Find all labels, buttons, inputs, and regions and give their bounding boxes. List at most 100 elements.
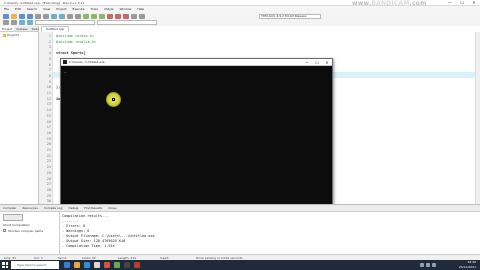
line-number: 9 xyxy=(48,79,51,84)
network-icon[interactable] xyxy=(420,263,424,267)
console-maximize-button[interactable]: ☐ xyxy=(312,59,322,66)
unindent-icon[interactable] xyxy=(11,20,17,25)
output-tab-debug[interactable]: Debug xyxy=(65,205,81,211)
line-number: 11 xyxy=(46,91,51,95)
line-number: 17 xyxy=(46,125,51,130)
windows-start-icon[interactable] xyxy=(2,262,8,268)
edge-browser-icon[interactable] xyxy=(84,262,90,268)
line-number: 26 xyxy=(46,176,51,181)
line-number: 10 xyxy=(46,85,51,90)
save-all-icon[interactable] xyxy=(27,13,33,19)
output-tab-compile-log[interactable]: Compile Log xyxy=(41,205,66,211)
output-tab-compiler[interactable]: Compiler xyxy=(0,205,20,211)
output-panel-tabs: Compiler Resources Compile Log Debug Find Re… xyxy=(0,205,480,212)
task-view-icon[interactable] xyxy=(64,262,70,268)
taskbar-clock[interactable]: 18:46 20/11/2021 xyxy=(459,260,476,270)
taskbar-search-placeholder: Type here to search xyxy=(17,263,47,267)
chrome-icon[interactable] xyxy=(104,262,110,268)
devcpp-taskbar-icon[interactable] xyxy=(114,262,120,268)
clock-date: 20/11/2021 xyxy=(458,265,476,269)
line-number: 24 xyxy=(46,165,51,170)
console-icon xyxy=(63,60,67,64)
find-icon[interactable] xyxy=(67,13,73,19)
abort-compilation-button[interactable] xyxy=(3,214,23,221)
console-window[interactable]: C:\Users\...\Untitled.exe — ☐ ✕ _ xyxy=(60,58,333,216)
rebuild-icon[interactable] xyxy=(107,13,113,19)
compile-run-icon[interactable] xyxy=(99,13,105,19)
compile-log: Compilation results... -------- - Errors: … xyxy=(62,214,155,249)
check-syntax-icon[interactable] xyxy=(139,13,145,19)
volume-icon[interactable] xyxy=(426,263,430,267)
line-number: 6 xyxy=(48,62,51,67)
line-number: 21 xyxy=(46,148,51,152)
new-file-icon[interactable] xyxy=(3,13,9,19)
line-number: 4 xyxy=(48,51,51,56)
indent-icon[interactable] xyxy=(3,20,9,25)
output-tab-resources[interactable]: Resources xyxy=(20,205,41,211)
console-taskbar-icon[interactable] xyxy=(124,262,130,268)
print-icon[interactable] xyxy=(43,13,49,19)
undo-icon[interactable] xyxy=(51,13,57,19)
save-icon[interactable] xyxy=(19,13,25,19)
console-title: C:\Users\...\Untitled.exe xyxy=(69,60,105,64)
output-tab-close[interactable]: Close xyxy=(105,205,119,211)
line-number: 29 xyxy=(46,193,51,198)
code-line: struct Sports{ xyxy=(56,51,86,56)
line-number: 1 xyxy=(48,34,51,38)
class-select[interactable] xyxy=(35,20,95,25)
stop-execution-icon[interactable] xyxy=(123,13,129,19)
line-number: 12 xyxy=(46,96,51,101)
tab-project[interactable]: Project xyxy=(0,26,15,31)
desktop-screen: C:\Users\...\Untitled.cpp - [Executing] … xyxy=(0,0,480,270)
line-number: 22 xyxy=(46,153,51,158)
file-explorer-icon[interactable] xyxy=(74,262,80,268)
tab-classes[interactable]: Classes xyxy=(14,26,29,31)
line-number: 30 xyxy=(46,199,51,204)
line-number: 8 xyxy=(48,73,51,78)
console-title-bar: C:\Users\...\Untitled.exe — ☐ ✕ xyxy=(61,59,332,66)
project-tree-item[interactable]: Project1 xyxy=(0,32,38,38)
code-line: #include <stdlib.h> xyxy=(56,39,97,44)
goto-bookmark-icon[interactable] xyxy=(27,20,33,25)
line-number: 3 xyxy=(48,45,51,50)
mouse-cursor-icon xyxy=(112,98,115,101)
function-select[interactable] xyxy=(97,20,157,25)
console-output: _ xyxy=(64,68,67,73)
battery-icon[interactable] xyxy=(432,263,436,267)
compile-icon[interactable] xyxy=(83,13,89,19)
close-file-icon[interactable] xyxy=(35,13,41,19)
taskbar-search-box[interactable]: Type here to search xyxy=(11,261,59,269)
profile-icon[interactable] xyxy=(131,13,137,19)
replace-icon[interactable] xyxy=(75,13,81,19)
line-number: 20 xyxy=(46,142,51,147)
compile-log-line: - Compilation Time: 1.91s xyxy=(62,244,115,248)
line-number: 16 xyxy=(46,119,51,124)
line-number: 18 xyxy=(46,130,51,135)
redo-icon[interactable] xyxy=(59,13,65,19)
run-icon[interactable] xyxy=(91,13,97,19)
line-number: 5 xyxy=(48,56,51,61)
shorten-paths-label: Shorten compiler paths xyxy=(8,229,44,233)
toggle-bookmark-icon[interactable] xyxy=(19,20,25,25)
line-number: 7 xyxy=(48,68,51,73)
store-icon[interactable] xyxy=(94,262,100,268)
line-number: 23 xyxy=(46,159,51,164)
console-close-button[interactable]: ✕ xyxy=(322,59,332,66)
folder-icon xyxy=(3,33,6,37)
project-panel: Project Classes Debug Project1 xyxy=(0,26,41,204)
code-line: #include <stdio.h> xyxy=(56,34,94,38)
compiler-select[interactable]: TDM-GCC 4.9.2 64-bit Release xyxy=(259,13,321,19)
line-number: 15 xyxy=(46,113,51,118)
line-number: 13 xyxy=(46,102,51,107)
editor-scrollbar[interactable] xyxy=(475,32,480,204)
bandicam-taskbar-icon[interactable] xyxy=(134,262,140,268)
line-number: 14 xyxy=(46,108,51,113)
debug-icon[interactable] xyxy=(115,13,121,19)
open-folder-icon[interactable] xyxy=(11,13,17,19)
line-number: 27 xyxy=(46,182,51,187)
output-tab-find-results[interactable]: Find Results xyxy=(81,205,105,211)
console-minimize-button[interactable]: — xyxy=(302,59,312,66)
shorten-paths-checkbox[interactable] xyxy=(3,229,6,232)
secondary-toolbar xyxy=(0,19,480,26)
line-number: 25 xyxy=(46,170,51,175)
